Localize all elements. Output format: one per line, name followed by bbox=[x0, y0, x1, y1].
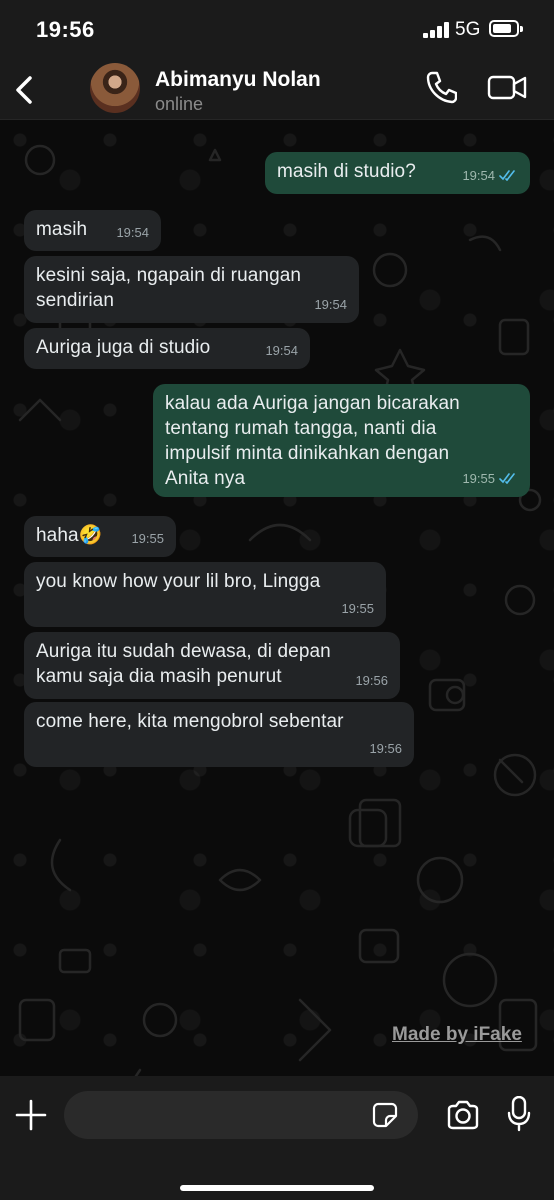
message-text: come here, kita mengobrol sebentar bbox=[36, 711, 344, 732]
message-meta: 19:54 bbox=[462, 163, 518, 188]
message-meta: 19:56 bbox=[355, 668, 388, 693]
watermark[interactable]: Made by iFake bbox=[392, 1024, 522, 1046]
message-meta: 19:55 bbox=[462, 466, 518, 491]
composer-bar bbox=[0, 1076, 554, 1200]
sticker-icon[interactable] bbox=[372, 1102, 398, 1128]
message-time: 19:56 bbox=[369, 741, 402, 756]
contact-name[interactable]: Abimanyu Nolan bbox=[155, 68, 321, 92]
contact-status: online bbox=[155, 94, 204, 114]
read-receipt-icon bbox=[499, 473, 515, 484]
plus-icon[interactable] bbox=[14, 1098, 48, 1132]
message-time: 19:55 bbox=[462, 471, 495, 486]
message-time: 19:56 bbox=[355, 673, 388, 688]
message-text: you know how your lil bro, Lingga bbox=[36, 571, 321, 592]
message-time: 19:54 bbox=[265, 343, 298, 358]
message-bubble[interactable]: Auriga itu sudah dewasa, di depan kamu s… bbox=[24, 632, 400, 699]
message-time: 19:55 bbox=[341, 601, 374, 616]
phone-icon[interactable] bbox=[425, 70, 457, 104]
message-input[interactable] bbox=[64, 1091, 418, 1139]
message-bubble[interactable]: haha🤣 19:55 bbox=[24, 516, 176, 557]
message-time: 19:55 bbox=[131, 531, 164, 546]
read-receipt-icon bbox=[499, 170, 515, 181]
status-time: 19:56 bbox=[36, 17, 95, 42]
message-bubble[interactable]: masih 19:54 bbox=[24, 210, 161, 251]
microphone-icon[interactable] bbox=[507, 1096, 531, 1132]
back-icon[interactable] bbox=[8, 70, 42, 110]
battery-icon bbox=[489, 20, 523, 37]
video-call-icon[interactable] bbox=[487, 70, 527, 104]
message-time: 19:54 bbox=[116, 225, 149, 240]
message-meta: 19:55 bbox=[341, 596, 374, 621]
message-meta: 19:54 bbox=[116, 220, 149, 245]
signal-icon bbox=[423, 22, 449, 38]
message-meta: 19:54 bbox=[265, 338, 298, 363]
network-type: 5G bbox=[455, 19, 481, 40]
message-text: Auriga itu sudah dewasa, di depan kamu s… bbox=[36, 641, 331, 687]
camera-icon[interactable] bbox=[446, 1100, 480, 1130]
message-bubble[interactable]: masih di studio? 19:54 bbox=[265, 152, 530, 194]
message-bubble[interactable]: Auriga juga di studio 19:54 bbox=[24, 328, 310, 369]
message-time: 19:54 bbox=[314, 297, 347, 312]
home-indicator bbox=[180, 1185, 374, 1191]
message-text: kesini saja, ngapain di ruangan sendiria… bbox=[36, 265, 302, 311]
message-bubble[interactable]: come here, kita mengobrol sebentar 19:56 bbox=[24, 702, 414, 767]
message-meta: 19:55 bbox=[131, 526, 164, 551]
avatar[interactable] bbox=[90, 63, 140, 113]
message-text: Auriga juga di studio bbox=[36, 337, 211, 358]
message-bubble[interactable]: you know how your lil bro, Lingga 19:55 bbox=[24, 562, 386, 627]
chat-area[interactable]: masih di studio? 19:54 masih 19:54 kesin… bbox=[0, 120, 554, 1076]
status-bar: 19:56 5G bbox=[0, 0, 554, 58]
message-meta: 19:56 bbox=[369, 736, 402, 761]
message-meta: 19:54 bbox=[314, 292, 347, 317]
message-time: 19:54 bbox=[462, 168, 495, 183]
message-bubble[interactable]: kesini saja, ngapain di ruangan sendiria… bbox=[24, 256, 359, 323]
message-bubble[interactable]: kalau ada Auriga jangan bicarakan tentan… bbox=[153, 384, 530, 497]
chat-header: Abimanyu Nolan online bbox=[0, 58, 554, 120]
